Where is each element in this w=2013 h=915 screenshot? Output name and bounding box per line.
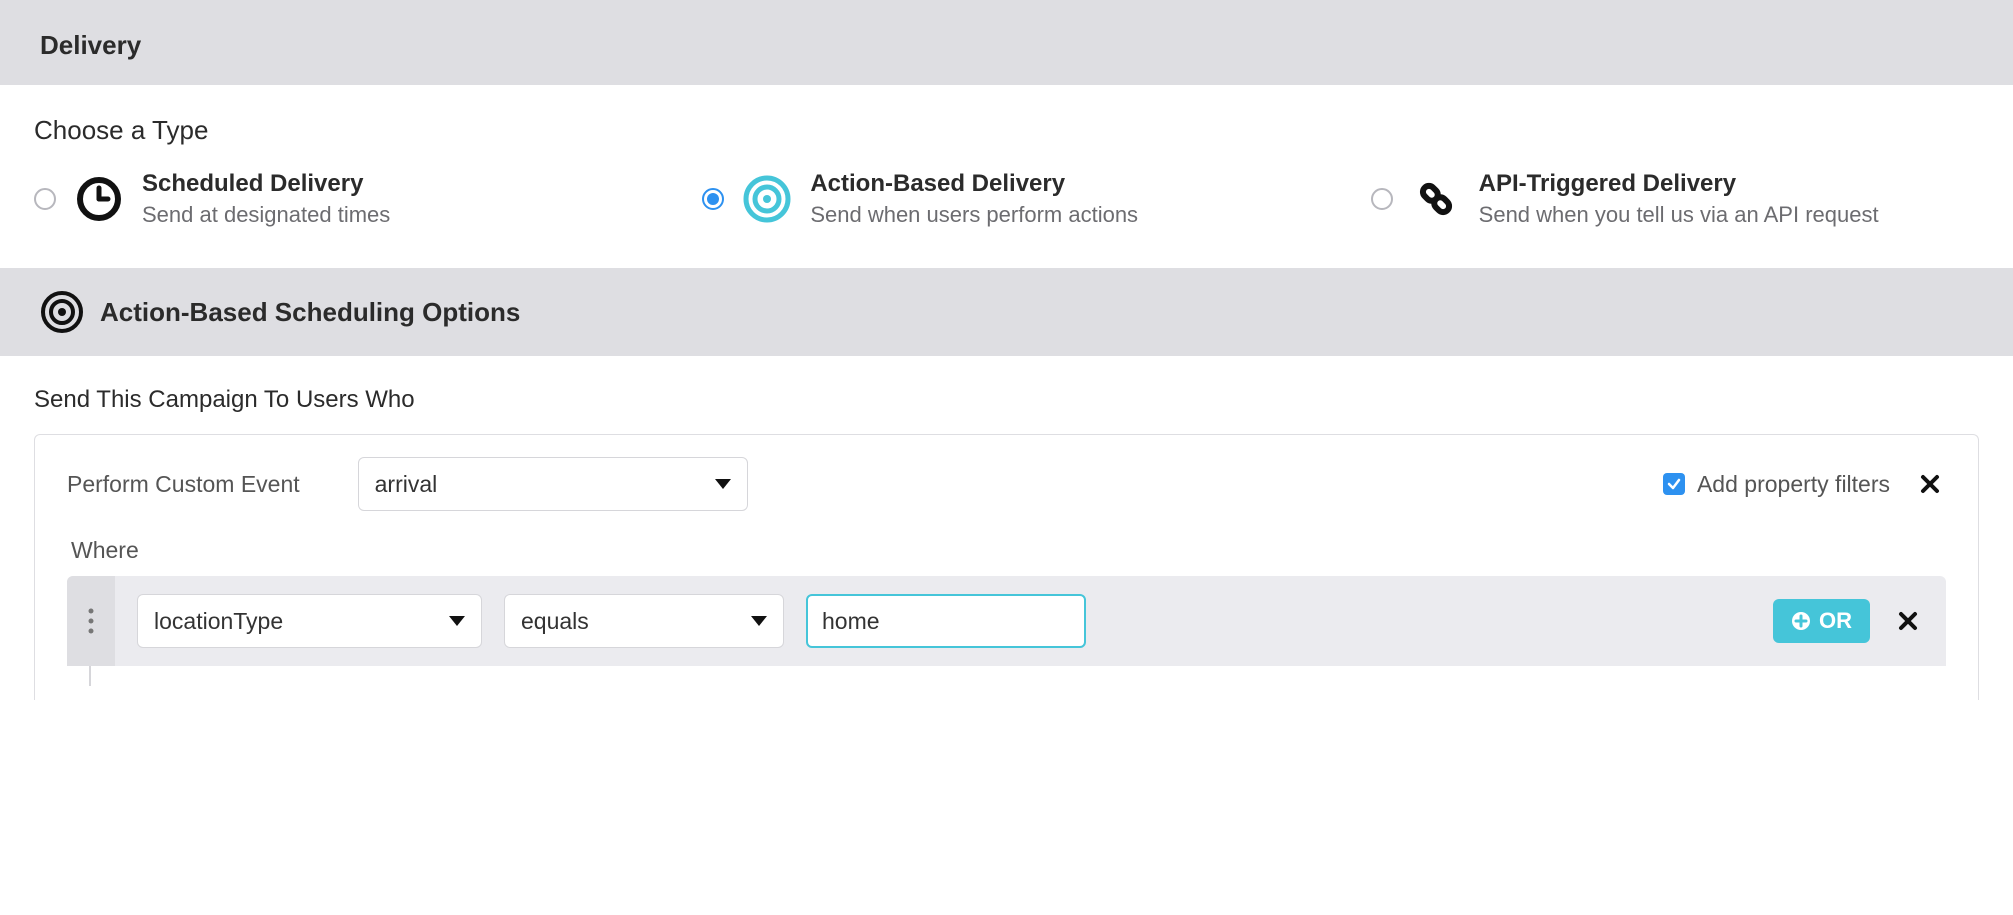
type-action-sub: Send when users perform actions <box>810 202 1138 228</box>
type-action-title: Action-Based Delivery <box>810 170 1138 198</box>
type-option-action[interactable]: Action-Based Delivery Send when users pe… <box>702 170 1310 228</box>
delivery-title: Delivery <box>40 30 141 61</box>
event-select-value: arrival <box>375 471 438 498</box>
type-option-api[interactable]: API-Triggered Delivery Send when you tel… <box>1371 170 1979 228</box>
perform-label: Perform Custom Event <box>67 471 300 498</box>
remove-filter-button[interactable] <box>1892 607 1924 635</box>
caret-down-icon <box>449 616 465 626</box>
where-label: Where <box>71 537 1946 564</box>
send-to-title: Send This Campaign To Users Who <box>34 386 1979 414</box>
operator-select-value: equals <box>521 608 589 635</box>
plus-circle-icon <box>1791 611 1811 631</box>
scheduling-header: Action-Based Scheduling Options <box>0 268 2013 356</box>
link-icon <box>1411 174 1461 224</box>
choose-type-title: Choose a Type <box>34 115 1979 146</box>
or-button[interactable]: OR <box>1773 599 1870 643</box>
choose-type-section: Choose a Type Scheduled Delivery Send at… <box>0 85 2013 268</box>
drag-handle-icon <box>87 607 95 635</box>
operator-select[interactable]: equals <box>504 594 784 648</box>
filter-row: locationType equals <box>67 576 1946 666</box>
type-scheduled-title: Scheduled Delivery <box>142 170 390 198</box>
trigger-box: Perform Custom Event arrival Add propert… <box>34 434 1979 700</box>
type-option-scheduled[interactable]: Scheduled Delivery Send at designated ti… <box>34 170 642 228</box>
checkbox-checked-icon <box>1663 473 1685 495</box>
perform-row: Perform Custom Event arrival Add propert… <box>67 457 1946 511</box>
target-accent-icon <box>742 174 792 224</box>
or-label: OR <box>1819 608 1852 634</box>
caret-down-icon <box>715 479 731 489</box>
type-scheduled-sub: Send at designated times <box>142 202 390 228</box>
value-input[interactable] <box>806 594 1086 648</box>
delivery-type-options: Scheduled Delivery Send at designated ti… <box>34 170 1979 228</box>
add-filters-label: Add property filters <box>1697 471 1890 498</box>
property-select[interactable]: locationType <box>137 594 482 648</box>
scheduling-title: Action-Based Scheduling Options <box>100 297 520 328</box>
remove-trigger-button[interactable] <box>1914 470 1946 498</box>
type-api-title: API-Triggered Delivery <box>1479 170 1879 198</box>
type-api-sub: Send when you tell us via an API request <box>1479 202 1879 228</box>
drag-handle[interactable] <box>67 576 115 666</box>
radio-api[interactable] <box>1371 188 1393 210</box>
event-select[interactable]: arrival <box>358 457 748 511</box>
delivery-header: Delivery <box>0 0 2013 85</box>
radio-action[interactable] <box>702 188 724 210</box>
filter-connector <box>89 666 91 686</box>
target-icon <box>40 290 84 334</box>
radio-scheduled[interactable] <box>34 188 56 210</box>
add-property-filters-checkbox[interactable]: Add property filters <box>1663 471 1890 498</box>
caret-down-icon <box>751 616 767 626</box>
property-select-value: locationType <box>154 608 283 635</box>
clock-icon <box>74 174 124 224</box>
send-campaign-section: Send This Campaign To Users Who Perform … <box>0 356 2013 700</box>
